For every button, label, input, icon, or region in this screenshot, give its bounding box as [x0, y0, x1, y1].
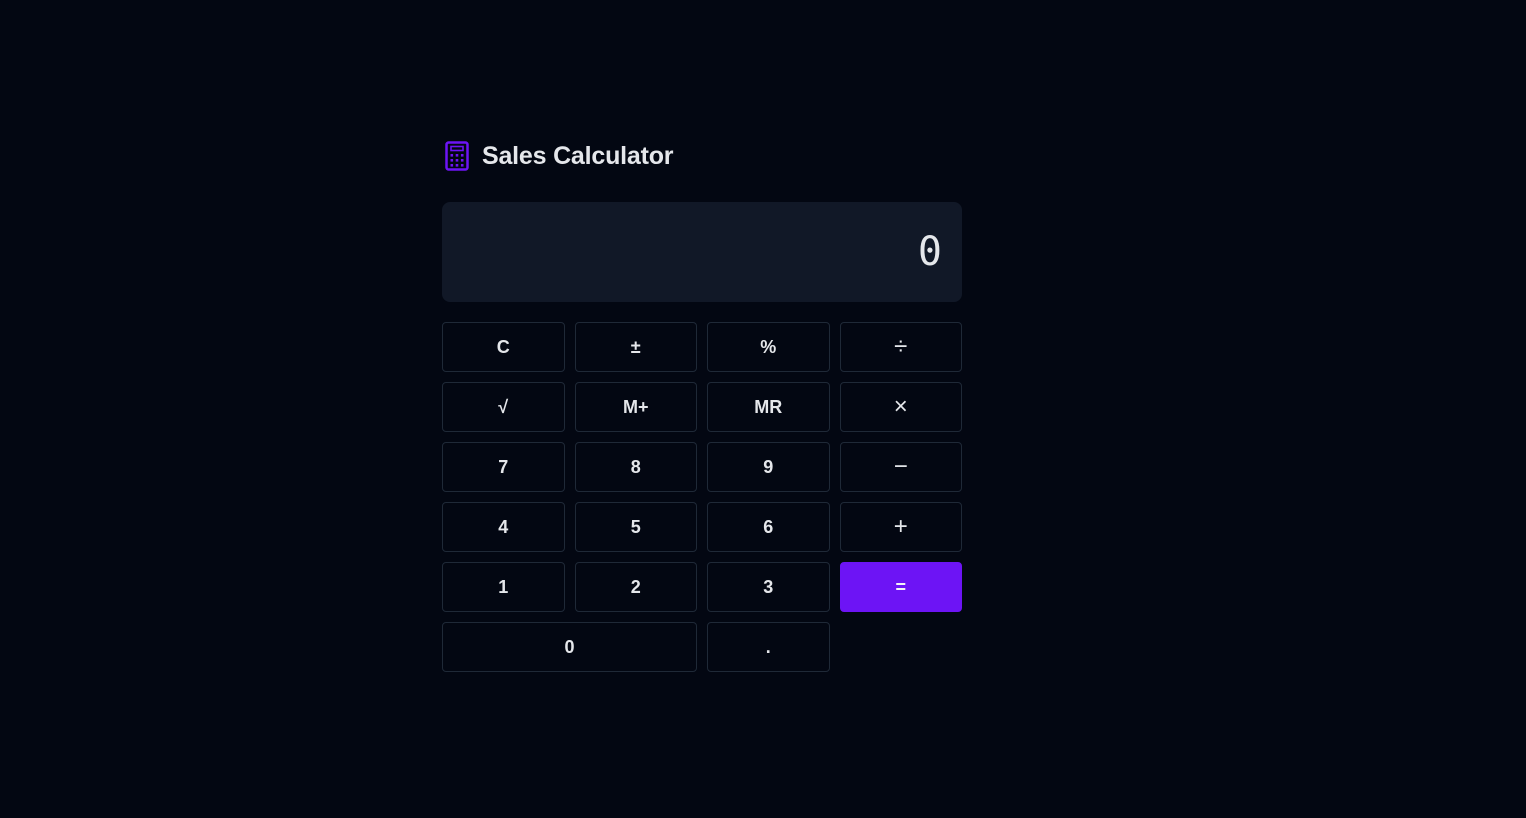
digit-0-button[interactable]: 0	[442, 622, 697, 672]
digit-1-button[interactable]: 1	[442, 562, 565, 612]
memory-add-button[interactable]: M+	[574, 382, 697, 432]
memory-recall-button[interactable]: MR	[707, 382, 830, 432]
digit-9-button[interactable]: 9	[707, 442, 830, 492]
calculator-icon	[442, 138, 472, 174]
digit-4-button[interactable]: 4	[442, 502, 565, 552]
multiply-button[interactable]: ×	[839, 382, 962, 432]
digit-7-button[interactable]: 7	[442, 442, 565, 492]
page-title: Sales Calculator	[482, 141, 674, 170]
calculator: Sales Calculator 0 C ± % ÷ √ M+ MR × 7 8…	[442, 138, 962, 672]
digit-5-button[interactable]: 5	[574, 502, 697, 552]
digit-8-button[interactable]: 8	[574, 442, 697, 492]
subtract-button[interactable]: −	[839, 442, 962, 492]
calculator-header: Sales Calculator	[442, 138, 962, 174]
sqrt-button[interactable]: √	[442, 382, 565, 432]
add-button[interactable]: +	[839, 502, 962, 552]
digit-3-button[interactable]: 3	[707, 562, 830, 612]
keypad: C ± % ÷ √ M+ MR × 7 8 9 − 4 5 6 + 1 2 3 …	[442, 322, 962, 672]
clear-button[interactable]: C	[442, 322, 565, 372]
digit-2-button[interactable]: 2	[574, 562, 697, 612]
equals-button[interactable]: =	[839, 562, 962, 612]
display-value: 0	[917, 229, 942, 275]
decimal-button[interactable]: .	[707, 622, 830, 672]
calculator-display: 0	[442, 202, 962, 302]
divide-button[interactable]: ÷	[839, 322, 962, 372]
plus-minus-button[interactable]: ±	[574, 322, 697, 372]
percent-button[interactable]: %	[707, 322, 830, 372]
digit-6-button[interactable]: 6	[707, 502, 830, 552]
